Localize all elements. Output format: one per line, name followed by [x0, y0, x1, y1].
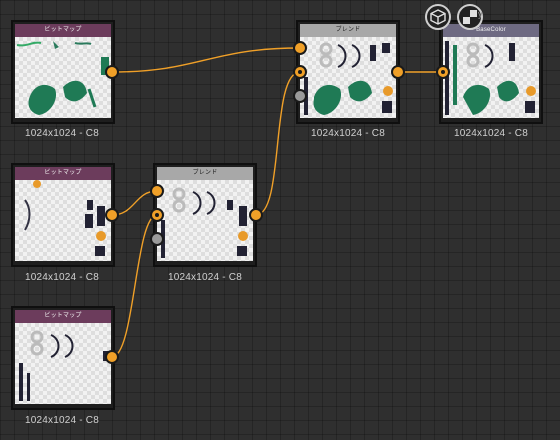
texture-preview: [15, 180, 111, 261]
bitmap-2-output-port[interactable]: [105, 208, 119, 222]
node-title: ブレンド: [300, 24, 396, 37]
blend-node-1[interactable]: ブレンド: [296, 20, 400, 124]
node-title: ブレンド: [157, 167, 253, 180]
wire-bitmap1-to-blend1: [111, 47, 301, 73]
blend-2-mask-input-port[interactable]: [150, 232, 164, 246]
blend-1-output-port[interactable]: [391, 65, 405, 79]
3d-view-icon: [430, 9, 446, 25]
node-title: ビットマップ: [15, 167, 111, 180]
bitmap-node-1-caption: 1024x1024 - C8: [25, 128, 99, 139]
node-title: BaseColor: [443, 24, 539, 37]
view-3d-button[interactable]: [425, 4, 451, 30]
blend-1-mask-input-port[interactable]: [293, 89, 307, 103]
bitmap-node-1[interactable]: ビットマップ: [11, 20, 115, 124]
blend-1-background-input-port[interactable]: [293, 65, 307, 79]
blend-1-foreground-input-port[interactable]: [293, 41, 307, 55]
bitmap-node-3-caption: 1024x1024 - C8: [25, 415, 99, 426]
bitmap-node-2-caption: 1024x1024 - C8: [25, 272, 99, 283]
blend-node-2-caption: 1024x1024 - C8: [168, 272, 242, 283]
texture-preview: [157, 180, 253, 261]
texture-preview: [15, 323, 111, 404]
bitmap-1-output-port[interactable]: [105, 65, 119, 79]
blend-2-background-input-port[interactable]: [150, 208, 164, 222]
blend-2-output-port[interactable]: [249, 208, 263, 222]
2d-view-icon: [463, 10, 477, 24]
node-title: ビットマップ: [15, 310, 111, 323]
output-input-port[interactable]: [436, 65, 450, 79]
bitmap-3-output-port[interactable]: [105, 350, 119, 364]
output-node-basecolor[interactable]: BaseColor: [439, 20, 543, 124]
blend-2-foreground-input-port[interactable]: [150, 184, 164, 198]
bitmap-node-3[interactable]: ビットマップ: [11, 306, 115, 410]
texture-preview: [443, 37, 539, 118]
output-node-caption: 1024x1024 - C8: [454, 128, 528, 139]
node-title: ビットマップ: [15, 24, 111, 37]
texture-preview: [300, 37, 396, 118]
bitmap-node-2[interactable]: ビットマップ: [11, 163, 115, 267]
blend-node-2[interactable]: ブレンド: [153, 163, 257, 267]
tooltip-fragment: y: [478, 9, 483, 19]
blend-node-1-caption: 1024x1024 - C8: [311, 128, 385, 139]
texture-preview: [15, 37, 111, 118]
